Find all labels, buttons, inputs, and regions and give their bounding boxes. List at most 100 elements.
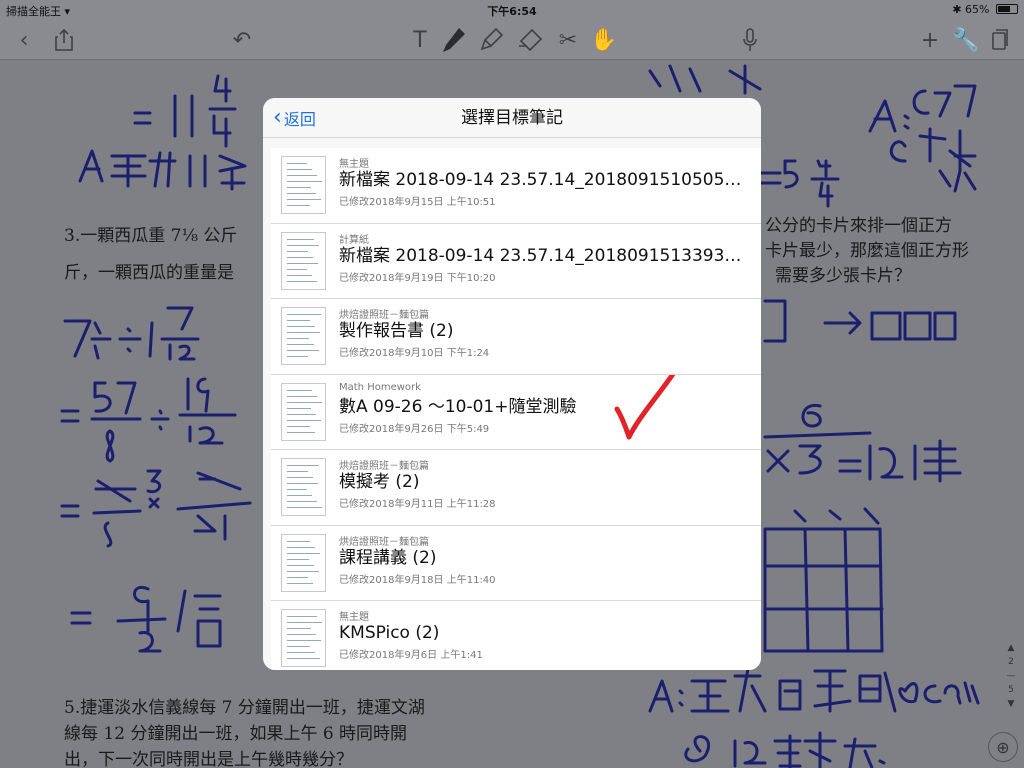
thumbnail-line [287,465,319,466]
note-date: 已修改2018年9月15日 上午10:51 [339,197,496,208]
thumbnail-line [287,507,322,508]
note-date: 已修改2018年9月18日 上午11:40 [339,574,496,586]
note-name: 新檔案 2018-09-14 23.57.14_20180915133934..… [339,245,749,266]
thumbnail-line [287,350,319,351]
thumbnail-line [287,564,314,566]
note-name: KMSPico (2) [339,623,440,643]
eraser-icon[interactable] [516,26,544,54]
note-meta: 烘焙證照班－麵包篇 製作報告書 (2) 已修改2018年9月10日 下午1:24 [339,306,749,359]
page-indicator[interactable]: ▲ 2 — 5 ▼ [1004,641,1018,711]
thumbnail-line [287,256,313,258]
thumbnail-line [287,489,307,490]
note-date: 已修改2018年9月10日 下午1:24 [339,348,490,359]
page-total: 5 [1008,685,1014,695]
note-notebook: 烘焙證照班－麵包篇 [339,310,429,321]
note-date: 已修改2018年9月11日 上午11:28 [339,499,496,510]
thumbnail-line [287,187,311,188]
thumbnail-line [287,570,319,572]
thumbnail-line [287,640,321,641]
text-tool-icon[interactable]: T [406,26,434,54]
thumbnail-line [287,616,317,617]
question-5-line1: 5.捷運淡水信義線每 7 分鐘開出一班，捷運文湖 [64,698,425,718]
note-name: 課程講義 (2) [339,547,437,568]
thumbnail-line [287,205,310,206]
thumbnail-line [287,268,307,270]
note-thumbnail [281,533,326,592]
thumbnail-line [287,244,319,246]
note-list[interactable]: 無主題 新檔案 2018-09-14 23.57.14_201809151050… [271,148,761,670]
thumbnail-line [287,280,317,282]
highlighter-icon[interactable] [478,26,506,54]
note-notebook: 無主題 [339,612,369,623]
note-notebook: 計算紙 [339,234,369,246]
thumbnail-line [287,471,308,472]
note-meta: 無主題 新檔案 2018-09-14 23.57.14_201809151050… [339,155,749,208]
note-notebook: 烘焙證照班－麵包篇 [339,461,429,472]
zoom-icon[interactable]: ⊕ [988,732,1018,762]
note-thumbnail [281,458,326,516]
thumbnail-line [287,646,310,647]
scissors-icon[interactable]: ✂ [554,26,582,54]
note-thumbnail [281,609,326,667]
note-toolbar: ‹ ↶ T ✂ ✋ + 🔧 [0,20,1024,60]
page-current: 2 [1008,657,1014,667]
thumbnail-line [287,356,308,357]
share-icon[interactable] [50,26,78,54]
note-row[interactable]: 計算紙 新檔案 2018-09-14 23.57.14_201809151339… [271,223,761,299]
bluetooth-icon: ✱ [952,3,962,16]
page-up-icon[interactable]: ▲ [1004,641,1018,655]
thumbnail-line [287,552,320,554]
undo-icon[interactable]: ↶ [228,26,256,54]
note-row[interactable]: Math Homework 數A 09-26 ～10-01+隨堂測驗 已修改20… [271,374,761,450]
note-date: 已修改2018年9月19日 下午10:20 [339,272,496,284]
note-name: 新檔案 2018-09-14 23.57.14_20180915105051..… [339,170,749,190]
question-3-line1: 3.一顆西瓜重 7⅛ 公斤 [64,226,238,246]
page-down-icon[interactable]: ▼ [1004,697,1018,711]
pen-tool-icon[interactable] [440,26,468,54]
thumbnail-line [287,558,309,560]
note-name: 模擬考 (2) [339,472,420,492]
add-icon[interactable]: + [916,26,944,54]
thumbnail-line [287,181,322,182]
wrench-icon[interactable]: 🔧 [952,26,980,54]
note-row[interactable]: 烘焙證照班－麵包篇 模擬考 (2) 已修改2018年9月11日 上午11:28 [271,450,761,526]
thumbnail-line [287,628,311,629]
thumbnail-line [287,582,313,584]
question-4-line1: 公分的卡片來排一個正方 [765,216,952,236]
thumbnail-line [287,622,322,623]
thumbnail-line [287,634,316,635]
thumbnail-line [287,238,314,240]
back-icon[interactable]: ‹ [10,26,38,54]
thumbnail-line [287,314,321,315]
handwritten-checkmark [614,374,676,439]
battery-icon [996,4,1018,14]
thumbnail-line [287,576,308,578]
dialog-header: ‹ 返回 選擇目標筆記 [263,98,761,138]
note-row[interactable]: 烘焙證照班－麵包篇 課程講義 (2) 已修改2018年9月18日 上午11:40 [271,525,761,601]
note-row[interactable]: 烘焙證照班－麵包篇 製作報告書 (2) 已修改2018年9月10日 下午1:24 [271,299,761,375]
page-separator: — [1006,671,1016,681]
status-bar: 掃描全能王 ▾ 下午6:54 ✱ 65% [0,0,1024,20]
hand-icon[interactable]: ✋ [590,26,618,54]
question-4-line2: 卡片最少，那麼這個正方形 [765,241,969,261]
note-row[interactable]: 無主題 新檔案 2018-09-14 23.57.14_201809151050… [271,148,761,224]
note-meta: 烘焙證照班－麵包篇 模擬考 (2) 已修改2018年9月11日 上午11:28 [339,457,749,510]
note-thumbnail [281,156,326,214]
thumbnail-line [287,477,313,478]
note-meta: 烘焙證照班－麵包篇 課程講義 (2) 已修改2018年9月18日 上午11:40 [339,533,749,586]
microphone-icon[interactable] [736,26,764,54]
thumbnail-line [287,274,312,276]
thumbnail-line [287,250,308,252]
thumbnail-line [287,320,310,321]
pages-icon[interactable] [986,26,1014,54]
note-row[interactable]: 無主題 KMSPico (2) 已修改2018年9月6日 上午1:41 [271,601,761,670]
question-4-line3: 需要多少張卡片？ [775,266,911,286]
thumbnail-line [287,163,307,164]
note-meta: 計算紙 新檔案 2018-09-14 23.57.14_201809151339… [339,231,749,284]
status-right: ✱ 65% [952,3,1018,16]
thumbnail-line [287,262,318,264]
thumbnail-line [287,483,318,484]
note-meta: 無主題 KMSPico (2) 已修改2018年9月6日 上午1:41 [339,608,749,661]
dialog-title: 選擇目標筆記 [461,108,563,128]
thumbnail-line [287,495,312,496]
